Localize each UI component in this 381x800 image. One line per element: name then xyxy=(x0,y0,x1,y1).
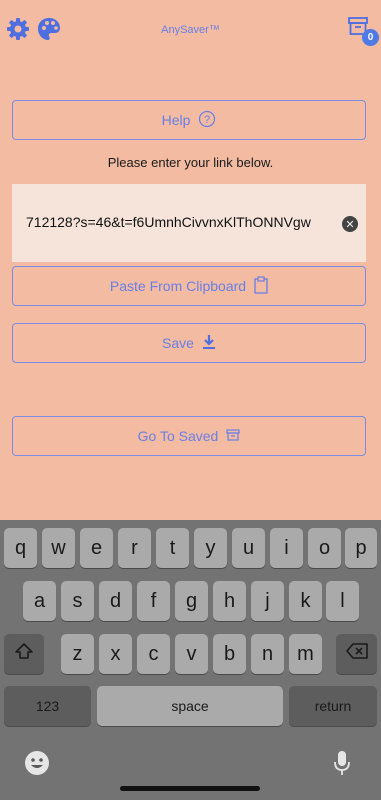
key-w[interactable]: w xyxy=(42,528,75,568)
link-prompt: Please enter your link below. xyxy=(107,155,274,170)
go-to-saved-label: Go To Saved xyxy=(137,428,219,444)
key-p[interactable]: p xyxy=(345,528,377,568)
key-d[interactable]: d xyxy=(99,581,132,621)
key-c[interactable]: c xyxy=(137,634,170,674)
key-k[interactable]: k xyxy=(289,581,322,621)
paste-button-label: Paste From Clipboard xyxy=(109,278,247,294)
link-input[interactable]: 712128?s=46&t=f6UmnhCivvnxKlThONNVgw ✕ xyxy=(12,184,366,262)
key-h[interactable]: h xyxy=(213,581,246,621)
shift-key[interactable] xyxy=(4,634,44,674)
key-g[interactable]: g xyxy=(175,581,208,621)
clipboard-icon xyxy=(254,275,268,297)
shift-icon xyxy=(14,642,34,666)
key-z[interactable]: z xyxy=(61,634,94,674)
key-v[interactable]: v xyxy=(175,634,208,674)
key-f[interactable]: f xyxy=(137,581,170,621)
space-key[interactable]: space xyxy=(97,686,283,726)
paste-from-clipboard-button[interactable]: Paste From Clipboard xyxy=(12,266,366,306)
key-m[interactable]: m xyxy=(289,634,322,674)
save-button[interactable]: Save xyxy=(12,323,366,363)
return-key[interactable]: return xyxy=(289,686,377,726)
microphone-icon[interactable] xyxy=(327,748,357,778)
saved-count-badge: 0 xyxy=(362,29,379,46)
link-input-value[interactable]: 712128?s=46&t=f6UmnhCivvnxKlThONNVgw xyxy=(26,214,344,230)
help-button[interactable]: Help ? xyxy=(12,100,366,140)
help-button-label: Help xyxy=(161,112,191,128)
archive-box-icon xyxy=(226,428,240,444)
key-r[interactable]: r xyxy=(118,528,151,568)
key-u[interactable]: u xyxy=(232,528,265,568)
key-j[interactable]: j xyxy=(251,581,284,621)
key-e[interactable]: e xyxy=(80,528,113,568)
key-s[interactable]: s xyxy=(61,581,94,621)
numbers-key[interactable]: 123 xyxy=(4,686,91,726)
key-t[interactable]: t xyxy=(156,528,189,568)
on-screen-keyboard: q w e r t y u i o p a s d f g h j k l z … xyxy=(0,520,381,800)
go-to-saved-button[interactable]: Go To Saved xyxy=(12,416,366,456)
emoji-icon[interactable] xyxy=(22,748,52,778)
top-bar: AnySaver™ 0 xyxy=(0,0,381,60)
question-circle-icon: ? xyxy=(198,110,216,131)
clear-icon[interactable]: ✕ xyxy=(342,216,358,232)
key-q[interactable]: q xyxy=(4,528,37,568)
save-button-label: Save xyxy=(162,335,194,351)
app-title: AnySaver™ xyxy=(161,24,220,36)
home-indicator[interactable] xyxy=(120,786,260,791)
key-o[interactable]: o xyxy=(308,528,341,568)
svg-text:?: ? xyxy=(204,114,210,126)
key-i[interactable]: i xyxy=(270,528,303,568)
delete-key[interactable] xyxy=(336,634,377,674)
key-b[interactable]: b xyxy=(213,634,246,674)
download-icon xyxy=(202,334,216,353)
key-x[interactable]: x xyxy=(99,634,132,674)
key-y[interactable]: y xyxy=(194,528,227,568)
backspace-icon xyxy=(345,642,369,666)
key-l[interactable]: l xyxy=(326,581,359,621)
key-a[interactable]: a xyxy=(23,581,56,621)
key-n[interactable]: n xyxy=(251,634,284,674)
